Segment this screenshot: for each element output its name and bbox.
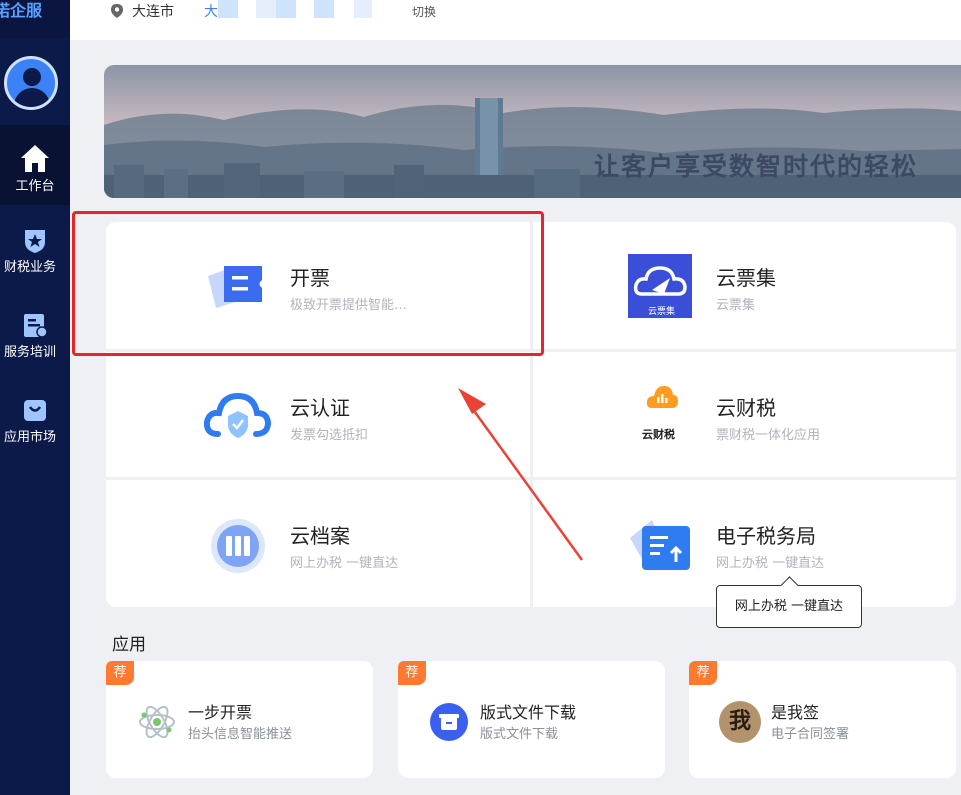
market-bag-icon (24, 400, 46, 421)
service-title: 电子税务局 (716, 524, 816, 548)
atom-icon (139, 705, 175, 739)
sidebar-item-training[interactable]: 服务培训 (0, 311, 70, 371)
sidebar-item-workbench[interactable]: 工作台 (0, 125, 70, 205)
service-title: 云票集 (716, 266, 776, 290)
service-cloud-ticket[interactable]: 云票集 云票集 云票集 (532, 222, 956, 350)
app-card-one-step-invoice[interactable]: 荐 一步开票 抬头信息智能推送 (106, 661, 373, 778)
brand-logo: 诺企服 (0, 0, 70, 38)
app-name: 版式文件下载 (480, 703, 577, 722)
recommend-badge: 荐 (106, 661, 134, 685)
app-subtitle: 电子合同签署 (771, 727, 850, 742)
service-title: 云档案 (290, 524, 350, 548)
switch-company-link[interactable]: 切换 (412, 3, 436, 20)
sidebar-item-label: 服务培训 (3, 345, 56, 360)
service-subtitle: 网上办税 一键直达 (716, 556, 825, 571)
tax-bureau-icon (630, 520, 690, 570)
service-cloud-finance[interactable]: 云财税 云财税 票财税一体化应用 (532, 352, 956, 480)
service-subtitle: 网上办税 一键直达 (290, 556, 399, 571)
annotation-arrow-icon (458, 388, 584, 561)
sidebar-item-label: 财税业务 (3, 260, 56, 275)
service-title: 云财税 (716, 396, 776, 420)
sidebar-item-label: 工作台 (15, 179, 55, 194)
app-card-layout-download[interactable]: 荐 版式文件下载 版式文件下载 (398, 661, 665, 778)
app-card-sign[interactable]: 荐 我 是我签 电子合同签署 (689, 661, 956, 778)
sidebar: 诺企服 工作台 财税业务 服务培训 应用市场 (0, 0, 70, 795)
icon-caption: 云票集 (648, 307, 676, 317)
service-subtitle: 云票集 (716, 298, 756, 313)
banner[interactable]: 让客户享受数智时代的轻松 (104, 65, 961, 198)
redacted-block (354, 0, 372, 18)
sidebar-item-market[interactable]: 应用市场 (0, 396, 70, 456)
app-subtitle: 版式文件下载 (480, 727, 559, 742)
location-pin-icon (111, 4, 123, 18)
banner-slogan: 让客户享受数智时代的轻松 (594, 152, 919, 181)
sidebar-item-label: 应用市场 (3, 430, 56, 445)
avatar[interactable] (4, 56, 58, 110)
archive-icon (211, 519, 265, 573)
company-name[interactable]: 大 (204, 1, 218, 21)
recommend-badge: 荐 (689, 661, 717, 685)
redacted-block (314, 0, 334, 18)
city-label[interactable]: 大连市 (132, 1, 174, 21)
signature-seal-icon: 我 (719, 701, 761, 743)
app-subtitle: 抬头信息智能推送 (188, 727, 293, 742)
redacted-block (256, 0, 276, 18)
redacted-block (218, 0, 238, 18)
training-icon (24, 314, 48, 338)
shield-star-icon (25, 230, 45, 253)
download-box-icon (430, 703, 468, 741)
cloud-shield-icon (203, 392, 272, 438)
section-title: 应用 (112, 635, 146, 655)
sidebar-item-tax-business[interactable]: 财税业务 (0, 226, 70, 286)
highlight-box (72, 211, 544, 356)
icon-caption: 云财税 (642, 428, 675, 441)
recommend-badge: 荐 (398, 661, 426, 685)
service-title: 云认证 (290, 396, 350, 420)
service-subtitle: 票财税一体化应用 (716, 428, 821, 443)
home-icon (21, 145, 49, 172)
service-subtitle: 发票勾选抵扣 (290, 428, 369, 443)
cloud-finance-icon (646, 386, 678, 408)
topbar: 大连市 大 切换 (70, 0, 961, 40)
tooltip: 网上办税 一键直达 (716, 585, 862, 628)
app-name: 是我签 (771, 703, 820, 722)
app-name: 一步开票 (188, 703, 253, 722)
redacted-block (276, 0, 296, 18)
